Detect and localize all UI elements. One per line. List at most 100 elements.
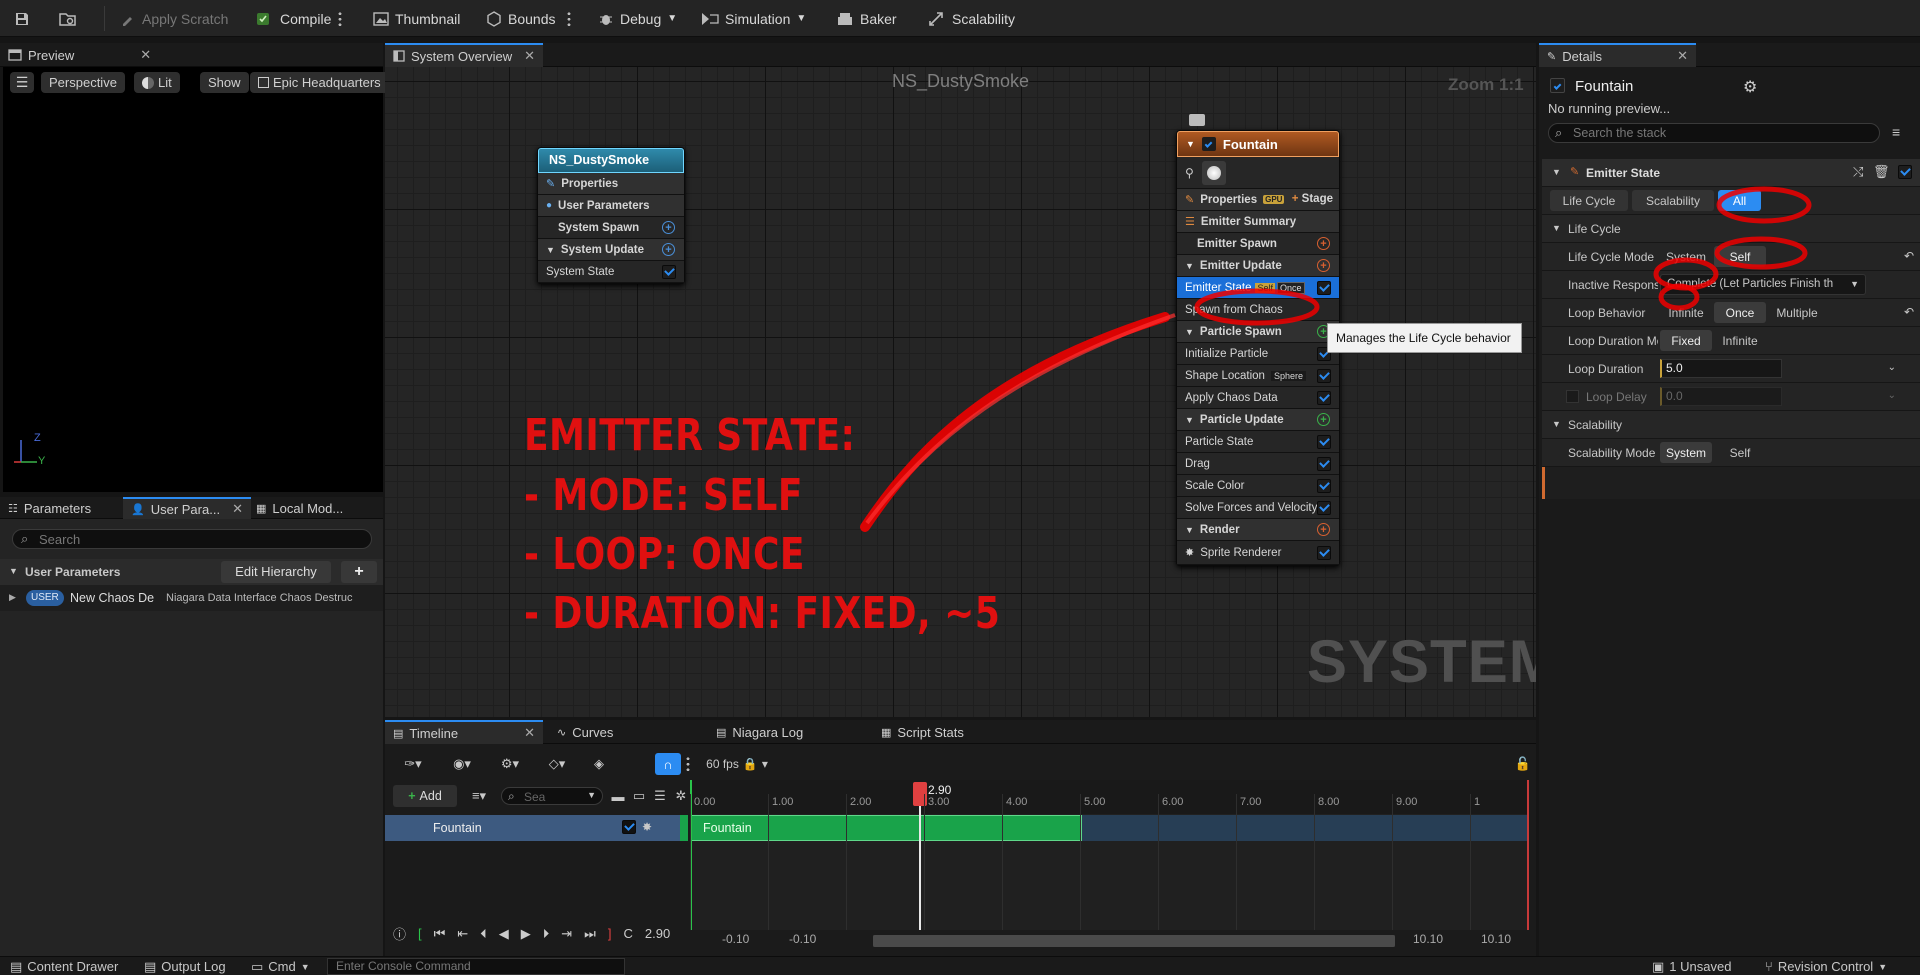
view-dropdown[interactable]: ◉▾ bbox=[445, 753, 479, 775]
key-dropdown[interactable]: ◇▾ bbox=[540, 753, 574, 775]
tab-user-parameters[interactable]: 👤 User Para... ✕ bbox=[123, 497, 251, 519]
filter-icon[interactable]: ≡ bbox=[1892, 124, 1900, 140]
tab-parameters[interactable]: ☷ Parameters bbox=[0, 497, 99, 519]
caret-right-icon[interactable]: ▶ bbox=[9, 592, 16, 603]
filter-dropdown[interactable]: ≡▾ bbox=[463, 785, 495, 807]
lit-button[interactable]: Lit bbox=[134, 72, 180, 93]
play-icon[interactable]: ▶ bbox=[521, 926, 531, 942]
snap-options-button[interactable] bbox=[684, 753, 692, 775]
preview-viewport[interactable]: ☰ Perspective Lit Show Epic Headquarters… bbox=[3, 67, 389, 492]
browse-icon[interactable] bbox=[59, 6, 77, 31]
lifecycle-mode-system[interactable]: System bbox=[1660, 246, 1712, 267]
current-time-field[interactable]: 2.90 bbox=[645, 926, 670, 941]
perspective-button[interactable]: Perspective bbox=[41, 72, 125, 93]
loop-delay-input[interactable]: 0.0 bbox=[1660, 387, 1782, 406]
filter-tab-all[interactable]: All bbox=[1718, 190, 1761, 211]
loop-duration-mode-fixed[interactable]: Fixed bbox=[1660, 330, 1712, 351]
params-search-input[interactable]: ⌕ Search bbox=[12, 529, 372, 549]
apply-scratch-button[interactable]: Apply Scratch bbox=[120, 6, 228, 31]
unsaved-button[interactable]: ▣ 1 Unsaved bbox=[1652, 959, 1731, 975]
caret-down-icon[interactable]: ▼ bbox=[9, 566, 18, 576]
simulation-button[interactable]: Simulation ▼ bbox=[701, 6, 806, 31]
caret-down-icon[interactable]: ▼ bbox=[1552, 223, 1561, 233]
jump-to-start-icon[interactable]: ⏮ bbox=[434, 926, 446, 942]
close-icon[interactable]: ✕ bbox=[524, 725, 535, 741]
timeline-track-area[interactable]: Fountain 2.90 0.00 1.00 2.00 3.00 4.00 5.00 6.… bbox=[690, 780, 1529, 930]
play-reverse-icon[interactable]: ◀ bbox=[499, 926, 509, 942]
close-icon[interactable]: ✕ bbox=[140, 47, 151, 63]
emitter-enabled-checkbox[interactable] bbox=[1550, 78, 1565, 93]
add-track-button[interactable]: + Add bbox=[393, 785, 457, 807]
close-icon[interactable]: ✕ bbox=[232, 501, 243, 517]
inactive-response-dropdown[interactable]: Complete (Let Particles Finish th ▼ bbox=[1660, 274, 1866, 295]
chevron-down-icon[interactable]: ⌄ bbox=[1888, 390, 1896, 401]
tab-script-stats[interactable]: ▦ Script Stats bbox=[873, 720, 972, 744]
compile-button[interactable]: Compile bbox=[256, 6, 331, 31]
working-range-start[interactable]: -0.10 bbox=[789, 932, 816, 946]
tab-niagara-log[interactable]: ▤ Niagara Log bbox=[708, 720, 811, 744]
tab-preview[interactable]: Preview ✕ bbox=[0, 43, 159, 67]
step-forward-frame-icon[interactable]: ⏵ bbox=[543, 926, 550, 942]
tab-local-modules[interactable]: ▦ Local Mod... bbox=[248, 497, 351, 519]
step-back-frame-icon[interactable]: ⏴ bbox=[480, 926, 487, 942]
fps-dropdown[interactable]: 60 fps 🔒 ▾ bbox=[702, 753, 772, 775]
sprite-renderer-icon[interactable]: ✸ bbox=[642, 820, 652, 834]
thumbnail-button[interactable]: Thumbnail bbox=[373, 6, 460, 31]
viewport-menu-button[interactable]: ☰ bbox=[10, 72, 34, 93]
range-scrollbar-thumb[interactable] bbox=[873, 935, 1395, 947]
tab-details[interactable]: ✎ Details ✕ bbox=[1539, 43, 1696, 67]
tab-system-overview[interactable]: System Overview ✕ bbox=[385, 43, 544, 67]
jump-to-end-icon[interactable]: ⏭ bbox=[584, 926, 596, 942]
caret-down-icon[interactable]: ▼ bbox=[1552, 419, 1561, 429]
loop-behavior-multiple[interactable]: Multiple bbox=[1768, 302, 1826, 323]
loop-label[interactable]: C bbox=[623, 926, 632, 941]
tools-dropdown[interactable]: ✑▾ bbox=[397, 753, 429, 775]
view-range-end[interactable]: 10.10 bbox=[1413, 932, 1443, 946]
caret-down-icon[interactable]: ▼ bbox=[1552, 167, 1561, 177]
add-parameter-button[interactable]: + bbox=[341, 561, 377, 583]
module-enabled-checkbox[interactable] bbox=[1898, 165, 1912, 179]
info-icon[interactable]: ⓘ bbox=[393, 924, 406, 943]
lock-icon[interactable]: 🔓 bbox=[1515, 753, 1531, 775]
step-back-key-icon[interactable]: ⇤ bbox=[457, 926, 468, 942]
content-drawer-button[interactable]: ▤ Content Drawer bbox=[10, 959, 118, 975]
save-icon[interactable] bbox=[14, 6, 30, 31]
end-marker[interactable] bbox=[1527, 780, 1529, 930]
baker-button[interactable]: Baker bbox=[836, 6, 897, 31]
list-icon[interactable]: ☰ bbox=[652, 785, 668, 807]
revision-control-button[interactable]: ⑂ Revision Control ▼ bbox=[1765, 959, 1887, 974]
step-forward-key-icon[interactable]: ⇥ bbox=[561, 926, 572, 942]
debug-button[interactable]: Debug ▼ bbox=[598, 6, 677, 31]
shuffle-icon[interactable]: ⤭ bbox=[1853, 164, 1863, 180]
show-button[interactable]: Show bbox=[200, 72, 249, 93]
stack-search-input[interactable]: ⌕ Search the stack bbox=[1548, 123, 1880, 143]
snap-toggle[interactable]: ∩ bbox=[655, 753, 681, 775]
range-scrollbar[interactable] bbox=[873, 935, 1395, 947]
delete-icon[interactable]: 🗑 bbox=[1873, 164, 1890, 180]
scalability-mode-system[interactable]: System bbox=[1660, 442, 1712, 463]
scalability-group-header[interactable]: ▼ Scalability bbox=[1542, 411, 1920, 439]
emitter-state-header[interactable]: ▼ ✎ Emitter State ⤭ 🗑 bbox=[1542, 159, 1920, 187]
track-search-input[interactable]: ⌕ Sea ▼ bbox=[501, 787, 603, 805]
playback-options-dropdown[interactable]: ⚙▾ bbox=[493, 753, 527, 775]
bounds-options-button[interactable] bbox=[567, 6, 571, 31]
cmd-dropdown[interactable]: ▭ Cmd ▼ bbox=[251, 959, 310, 975]
collapse-icon[interactable]: ▬ bbox=[610, 785, 626, 807]
scalability-mode-self[interactable]: Self bbox=[1714, 442, 1766, 463]
scalability-button[interactable]: Scalability bbox=[928, 6, 1015, 31]
chevron-down-icon[interactable]: ⌄ bbox=[1888, 362, 1896, 373]
loop-delay-checkbox[interactable] bbox=[1566, 390, 1579, 403]
settings-icon[interactable]: ✲ bbox=[673, 785, 689, 807]
loop-duration-input[interactable]: 5.0 bbox=[1660, 359, 1782, 378]
system-overview-graph[interactable]: NS_DustySmoke Zoom 1:1 SYSTEM NS_DustySm… bbox=[385, 67, 1536, 717]
auto-key-button[interactable]: ◈ bbox=[588, 753, 610, 775]
level-button[interactable]: Epic Headquarters bbox=[250, 72, 389, 93]
emitter-duration-bar[interactable]: Fountain bbox=[690, 815, 1082, 841]
loop-duration-mode-infinite[interactable]: Infinite bbox=[1714, 330, 1766, 351]
tab-timeline[interactable]: ▤ Timeline ✕ bbox=[385, 720, 543, 744]
close-icon[interactable]: ✕ bbox=[1677, 48, 1688, 64]
track-enabled-checkbox[interactable] bbox=[622, 820, 636, 834]
close-icon[interactable]: ✕ bbox=[524, 48, 535, 64]
filter-tab-scalability[interactable]: Scalability bbox=[1632, 190, 1714, 211]
gear-icon[interactable]: ⚙ bbox=[1743, 77, 1757, 97]
